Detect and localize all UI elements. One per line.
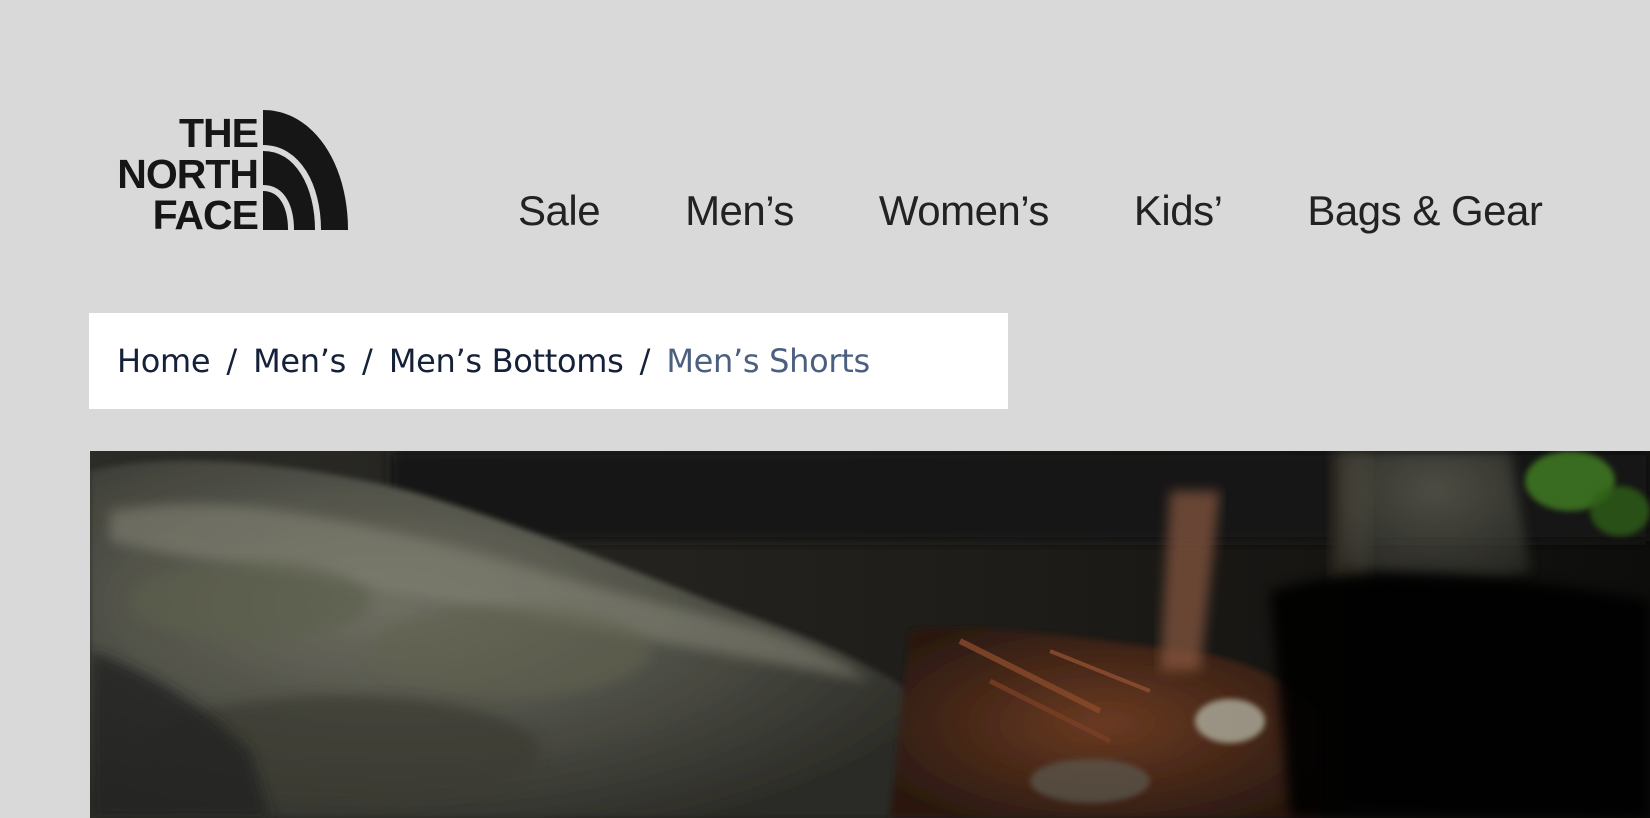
- nav-item-kids[interactable]: Kids’: [1134, 190, 1223, 232]
- breadcrumb: Home / Men’s / Men’s Bottoms / Men’s Sho…: [89, 313, 1008, 409]
- breadcrumb-separator: /: [226, 342, 238, 380]
- hero-image: [90, 451, 1650, 818]
- breadcrumb-home[interactable]: Home: [117, 342, 211, 380]
- nav-item-bags-gear[interactable]: Bags & Gear: [1307, 190, 1542, 232]
- breadcrumb-separator: /: [639, 342, 651, 380]
- brand-logo[interactable]: THE NORTH FACE: [88, 108, 348, 232]
- breadcrumb-mens[interactable]: Men’s: [253, 342, 346, 380]
- breadcrumb-current-page: Men’s Shorts: [666, 342, 870, 380]
- nav-item-mens[interactable]: Men’s: [685, 190, 794, 232]
- logo-word-north: NORTH: [117, 151, 258, 197]
- forest-rock-trail-image: [90, 451, 1650, 818]
- breadcrumb-mens-bottoms[interactable]: Men’s Bottoms: [389, 342, 624, 380]
- breadcrumb-separator: /: [362, 342, 373, 380]
- half-dome-logo-icon: [262, 110, 348, 231]
- logo-word-the: THE: [179, 110, 258, 156]
- logo-word-face: FACE: [153, 192, 258, 232]
- nav-item-womens[interactable]: Women’s: [879, 190, 1050, 232]
- main-navigation: Sale Men’s Women’s Kids’ Bags & Gear: [518, 190, 1543, 232]
- nav-item-sale[interactable]: Sale: [518, 190, 601, 232]
